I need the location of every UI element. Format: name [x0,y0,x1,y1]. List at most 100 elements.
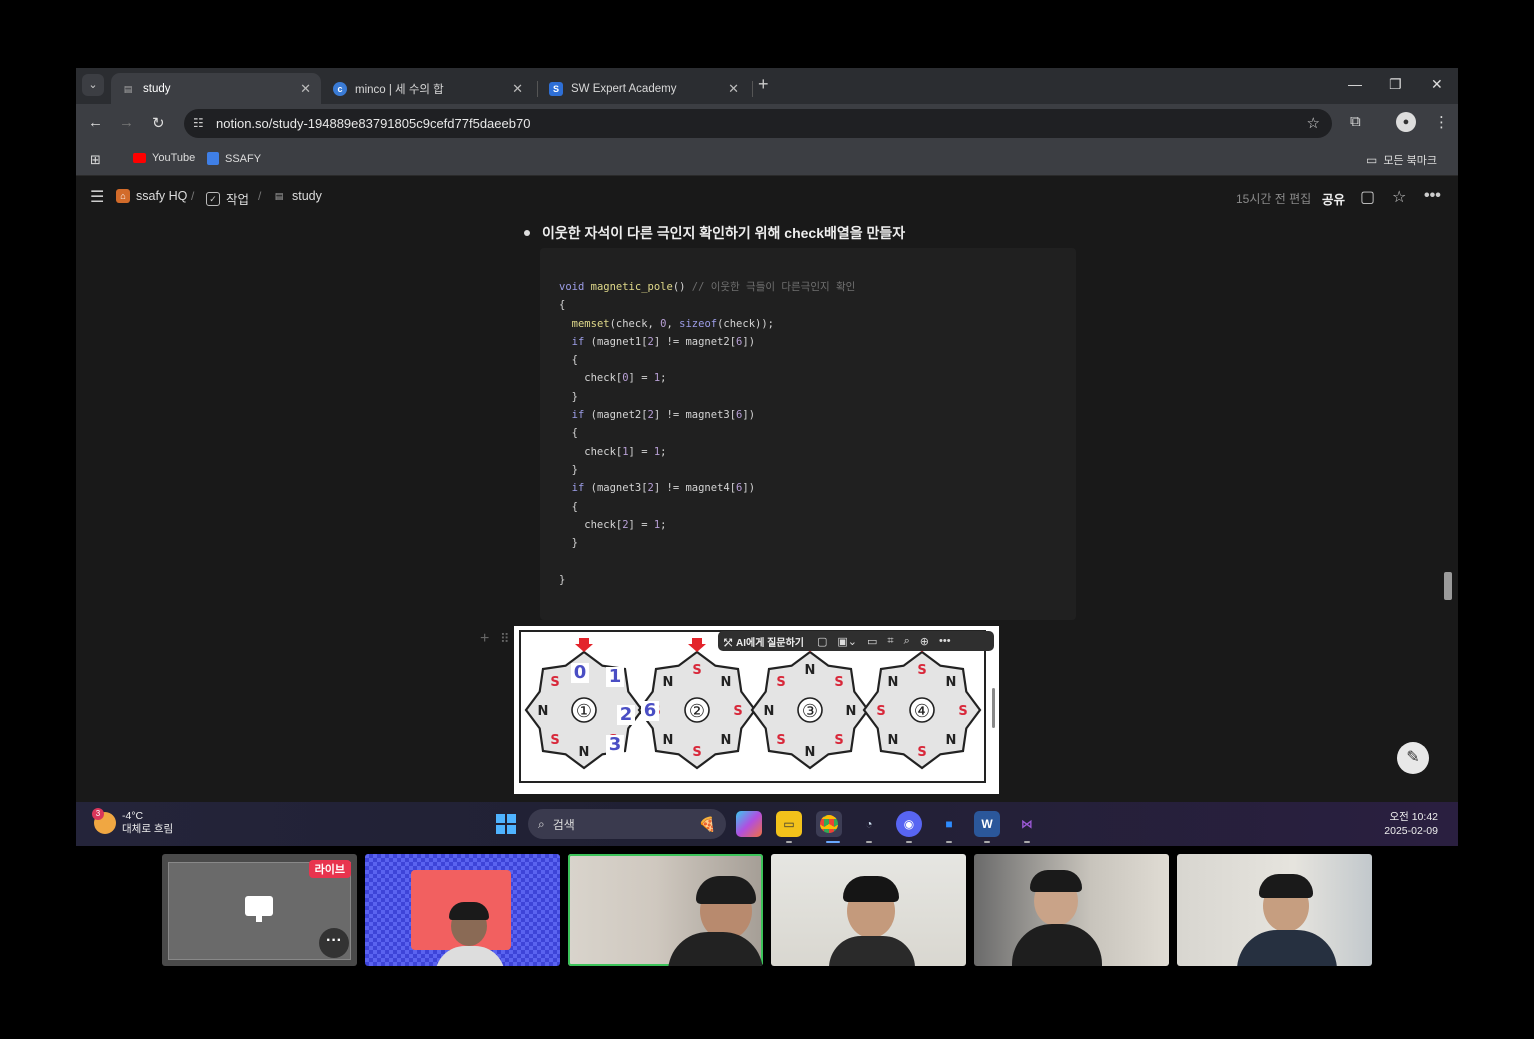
weather-widget[interactable]: 3 -4°C 대체로 흐림 [92,808,173,836]
participant-tile-2[interactable] [365,854,560,966]
gear-number: ① [576,701,592,722]
weather-temp: -4°C [122,810,144,822]
image-block[interactable]: ①NSNSNSNS②SNSNSNSN③NSNSNSNS④SNSNSNSN0123… [514,626,999,794]
close-icon[interactable]: ✕ [728,81,739,97]
align-icon[interactable]: ▣⌄ [837,635,857,648]
pole-n-label: N [805,663,816,678]
back-icon[interactable]: ← [88,114,103,131]
discord-icon[interactable]: ◉ [896,811,922,837]
participant-hair [843,876,899,902]
all-bookmarks[interactable]: ▭ 모든 북마크 [1366,152,1437,168]
ask-ai-button[interactable]: ⤱ AI에게 질문하기 [724,634,804,649]
forward-icon[interactable]: → [119,114,134,131]
zoom-video-icon[interactable]: ■ [936,811,962,837]
sidebar-menu-icon[interactable]: ☰ [90,187,104,207]
tab-search-icon[interactable]: ⌄ [82,74,104,96]
swea-icon: S [549,81,563,96]
download-icon[interactable]: ⊕ [920,635,929,648]
more-options-icon[interactable]: ••• [939,635,951,647]
bookmark-star-icon[interactable]: ☆ [1307,114,1320,132]
drag-handle-icon[interactable]: ⠿ [500,631,510,647]
bookmark-youtube[interactable]: YouTube [133,152,195,164]
pole-s-label: S [834,675,843,690]
breadcrumb-separator: / [258,189,262,203]
scrollbar-thumb[interactable] [1444,572,1452,600]
pole-s-label: S [692,663,701,678]
copilot-icon[interactable] [736,811,762,837]
tab-study[interactable]: ▤ study ✕ [111,73,321,104]
all-bookmarks-label: 모든 북마크 [1383,155,1437,167]
profile-icon[interactable]: ● [1396,112,1416,132]
system-clock[interactable]: 오전 10:42 2025-02-09 [1384,810,1438,838]
add-block-icon[interactable]: + [480,630,489,648]
tab-sw-expert-academy[interactable]: S SW Expert Academy ✕ [539,73,749,104]
participant-tile-4[interactable] [771,854,966,966]
bookmark-label: YouTube [152,152,196,164]
site-info-icon[interactable]: ☷ [193,116,204,130]
caption-icon[interactable]: ▭ [867,635,877,648]
apps-grid-icon[interactable]: ⊞ [90,152,101,168]
participant-tile-speaking[interactable] [568,854,763,966]
address-bar[interactable]: ☷ notion.so/study-194889e83791805c9cefd7… [184,109,1332,138]
notion-ai-icon[interactable]: ✎ [1397,742,1429,774]
zoom-icon[interactable]: ⌕ [904,635,910,648]
pole-s-label: S [776,733,785,748]
app-running-indicator [1024,841,1030,843]
new-tab-icon[interactable]: + [758,74,769,95]
minco-icon: c [333,81,347,96]
close-icon[interactable]: ✕ [512,81,523,97]
comment-icon[interactable]: ▢ [817,635,827,648]
participant-body [1012,924,1102,966]
restore-icon[interactable]: ❐ [1389,76,1402,93]
pole-s-label: S [917,663,926,678]
file-explorer-icon[interactable]: ▭ [776,811,802,837]
visual-studio-icon[interactable]: ⋈ [1014,811,1040,837]
bullet-item: 이웃한 자석이 다른 극인지 확인하기 위해 check배열을 만들자 [524,223,905,243]
app-running-indicator [946,841,952,843]
favorite-star-icon[interactable]: ☆ [1392,187,1406,207]
tab-title: minco | 세 수의 합 [355,83,444,96]
participant-tile-6[interactable] [1177,854,1372,966]
tab-minco[interactable]: c minco | 세 수의 합 ✕ [323,73,533,104]
notification-badge: 3 [92,808,104,820]
close-icon[interactable]: ✕ [300,81,311,97]
more-options-icon[interactable]: ••• [1424,187,1441,205]
pole-n-label: N [946,733,957,748]
gear-diagram: ①NSNSNSNS②SNSNSNSN③NSNSNSNS④SNSNSNSN0123… [519,630,986,783]
breadcrumb-workspace[interactable]: ⌂ ssafy HQ [116,189,187,203]
workspace-icon: ⌂ [116,189,130,203]
comment-icon[interactable]: ▢ [1360,187,1375,207]
more-menu-icon[interactable]: ⋮ [1434,113,1449,131]
chrome-icon[interactable] [816,811,842,837]
breadcrumb-label: ssafy HQ [136,189,188,203]
window-close-icon[interactable]: ✕ [1431,76,1443,93]
scrollbar[interactable] [1442,220,1452,794]
more-options-button[interactable]: ··· [319,928,349,958]
minimize-icon[interactable]: — [1348,76,1362,92]
participant-tile-screenshare[interactable]: 라이브 ··· [162,854,357,966]
tab-divider [752,81,753,97]
start-button[interactable] [496,814,516,834]
taskbar-search[interactable]: ⌕ 검색 🍕 [528,809,726,839]
participant-hair [1030,870,1082,892]
notion-topbar: ☰ ⌂ ssafy HQ / ✓ 작업 / ▤ study 15시간 전 편집 … [76,176,1458,216]
breadcrumb-study[interactable]: ▤ study [272,189,322,203]
tab-divider [537,81,538,97]
breadcrumb-tasks[interactable]: ✓ 작업 [206,189,249,208]
search-icon: ⌕ [538,816,545,831]
share-button[interactable]: 공유 [1322,189,1345,208]
crop-icon[interactable]: ⌗ [887,635,893,648]
clock-app-icon[interactable]: ◔ [856,811,882,837]
bookmark-ssafy[interactable]: SSAFY [207,152,261,165]
pole-n-label: N [663,733,674,748]
word-icon[interactable]: W [974,811,1000,837]
participant-tile-5[interactable] [974,854,1169,966]
resize-handle[interactable] [992,688,995,728]
windows-taskbar: 3 -4°C 대체로 흐림 ⌕ 검색 🍕 ▭ ◔ ◉ ■ W ⋈ 오전 10:4… [76,802,1458,846]
extensions-icon[interactable]: ⧉ [1350,113,1361,130]
code-block[interactable]: void magnetic_pole() // 이웃한 극들이 다른극인지 확인… [540,248,1076,620]
bullet-text: 이웃한 자석이 다른 극인지 확인하기 위해 check배열을 만들자 [542,225,906,241]
image-toolbar: ⤱ AI에게 질문하기 ▢ ▣⌄ ▭ ⌗ ⌕ ⊕ ••• [718,631,994,651]
reload-icon[interactable]: ↻ [152,114,165,132]
participant-hair [696,876,756,904]
